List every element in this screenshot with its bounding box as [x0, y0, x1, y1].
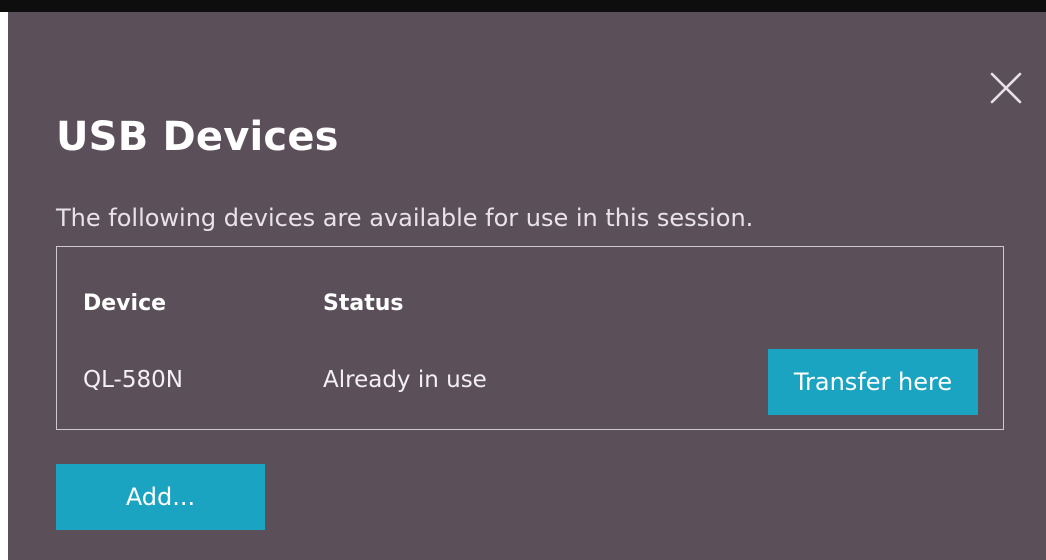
device-name: QL-580N: [83, 367, 183, 393]
dialog-title: USB Devices: [56, 114, 339, 160]
usb-devices-dialog: USB Devices The following devices are av…: [8, 12, 1046, 560]
window-left-edge: [0, 12, 8, 560]
close-button[interactable]: [984, 72, 1028, 108]
column-header-status: Status: [323, 291, 404, 316]
add-device-button[interactable]: Add...: [56, 464, 265, 530]
dialog-description: The following devices are available for …: [56, 204, 754, 232]
devices-table: Device Status QL-580N Already in use Tra…: [56, 246, 1004, 430]
transfer-here-button[interactable]: Transfer here: [768, 349, 978, 415]
window-top-bar: [0, 0, 1046, 12]
device-status: Already in use: [323, 367, 487, 393]
close-icon: [990, 72, 1022, 104]
column-header-device: Device: [83, 291, 167, 316]
